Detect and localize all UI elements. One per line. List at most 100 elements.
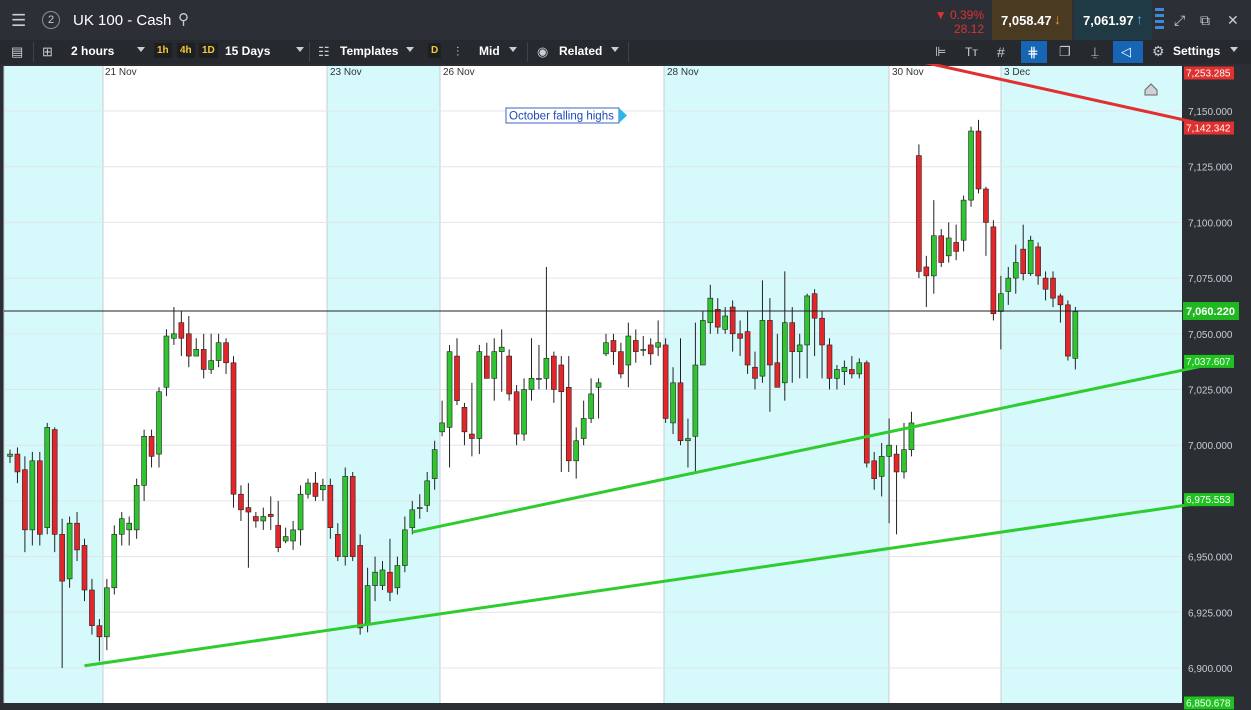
indicators-icon[interactable]: ⊫ bbox=[935, 45, 946, 58]
candle-body bbox=[1042, 277, 1049, 290]
text-tool-icon[interactable]: Tт bbox=[965, 46, 978, 58]
candle-body bbox=[998, 293, 1004, 312]
candle-body bbox=[29, 460, 36, 531]
candle-body bbox=[945, 237, 952, 257]
candle-body bbox=[379, 569, 386, 586]
settings-button[interactable]: Settings bbox=[1173, 44, 1220, 58]
buy-button[interactable]: 7,061.97 ↑ bbox=[1074, 0, 1152, 40]
candle-body bbox=[104, 587, 110, 638]
templates-button[interactable]: Templates bbox=[340, 44, 398, 58]
search-icon[interactable]: ⚲ bbox=[178, 12, 189, 27]
related-caret-icon[interactable] bbox=[611, 47, 619, 52]
candle-body bbox=[655, 342, 661, 348]
close-icon[interactable]: ✕ bbox=[1227, 13, 1239, 27]
x-tick-label: 3 Dec bbox=[1004, 67, 1030, 78]
candle-body bbox=[215, 342, 222, 361]
candle-body bbox=[595, 382, 602, 388]
candle-body bbox=[752, 366, 758, 379]
bullish-candle bbox=[133, 478, 140, 539]
candle-body bbox=[819, 317, 825, 346]
popout-icon[interactable]: ⧉ bbox=[1200, 13, 1210, 27]
price-mode-caret-icon[interactable] bbox=[509, 47, 517, 52]
candle-body bbox=[565, 386, 572, 462]
list-view-icon[interactable]: ▤ bbox=[11, 45, 23, 58]
candle-body bbox=[1005, 277, 1012, 292]
candle-body bbox=[506, 355, 512, 395]
candle-body bbox=[901, 449, 907, 473]
candle-body bbox=[796, 344, 803, 352]
change-percent-row: ▼ 0.39% bbox=[935, 8, 984, 22]
divider bbox=[309, 42, 310, 62]
candle-body bbox=[290, 529, 296, 542]
price-mode-select[interactable]: Mid bbox=[479, 44, 500, 58]
x-tick-label: 26 Nov bbox=[443, 67, 475, 78]
settings-gear-icon[interactable]: ⚙ bbox=[1152, 44, 1165, 58]
candle-body bbox=[469, 433, 475, 439]
timeframe-4h[interactable]: 4h bbox=[177, 43, 195, 58]
y-tick-label: 6,925.000 bbox=[1188, 608, 1233, 619]
depth-ladder-icon[interactable] bbox=[1155, 8, 1164, 32]
sell-button[interactable]: 7,058.47 ↓ bbox=[992, 0, 1072, 40]
drawing-tools-icon[interactable]: ⋕ bbox=[1027, 45, 1039, 59]
trendline-price-tag: 7,142.342 bbox=[1184, 121, 1234, 135]
workspace-badge[interactable]: 2 bbox=[42, 11, 60, 29]
candle-body bbox=[156, 391, 162, 455]
day-band bbox=[1001, 66, 1182, 703]
candle-body bbox=[685, 438, 691, 442]
price-tag-text: 7,037.607 bbox=[1186, 357, 1231, 368]
candle-body bbox=[126, 522, 132, 531]
layout-grid-icon[interactable]: ⊞ bbox=[42, 45, 53, 58]
related-button[interactable]: Related bbox=[559, 44, 602, 58]
buy-price: 7,061.97 bbox=[1083, 13, 1134, 28]
timeframe-1d[interactable]: 1D bbox=[199, 43, 218, 58]
candle-body bbox=[357, 545, 363, 629]
candle-body bbox=[692, 364, 699, 437]
timeframe-1h[interactable]: 1h bbox=[154, 43, 172, 58]
candle-body bbox=[513, 391, 520, 435]
bullish-candle bbox=[44, 422, 51, 535]
expand-icon[interactable]: ⤢ bbox=[1174, 13, 1185, 27]
range-select[interactable]: 15 Days bbox=[225, 44, 270, 58]
copy-chart-icon[interactable]: ❐ bbox=[1059, 45, 1071, 58]
hamburger-menu-icon[interactable]: ☰ bbox=[11, 12, 26, 29]
candle-body bbox=[774, 362, 781, 388]
price-chart[interactable]: October falling highs 7,150.000 7,125.000… bbox=[0, 64, 1251, 710]
candle-body bbox=[700, 320, 706, 366]
templates-icon[interactable]: ☷ bbox=[318, 45, 330, 58]
candle-body bbox=[968, 130, 974, 201]
daily-badge[interactable]: D bbox=[428, 43, 442, 58]
candle-body bbox=[647, 344, 654, 355]
alerts-icon[interactable]: ⍊ bbox=[1091, 45, 1099, 58]
annotation-text: October falling highs bbox=[509, 111, 614, 123]
candle-body bbox=[521, 389, 527, 435]
current-price-text: 7,060.220 bbox=[1186, 306, 1235, 318]
bearish-candle bbox=[863, 360, 870, 468]
trendline-price-tag: 6,975.553 bbox=[1184, 493, 1234, 507]
bearish-candle bbox=[990, 220, 997, 321]
instrument-title[interactable]: UK 100 - Cash bbox=[73, 12, 171, 29]
candle-body bbox=[267, 513, 274, 517]
candle-body bbox=[834, 369, 840, 379]
templates-caret-icon[interactable] bbox=[406, 47, 414, 52]
candle-body bbox=[439, 422, 445, 433]
settings-caret-icon[interactable] bbox=[1230, 47, 1238, 52]
related-eye-icon[interactable]: ◉ bbox=[537, 45, 548, 58]
candle-body bbox=[625, 335, 632, 366]
candle-body bbox=[186, 333, 192, 357]
candle-body bbox=[424, 480, 431, 506]
price-tag-icon[interactable]: ◁ bbox=[1121, 45, 1131, 58]
bullish-candle bbox=[476, 344, 483, 455]
bearish-candle bbox=[975, 119, 982, 194]
change-points: 28.12 bbox=[953, 22, 984, 36]
interval-caret-icon[interactable] bbox=[137, 47, 145, 52]
candlestick-type-icon[interactable]: ⫶ bbox=[456, 45, 459, 58]
range-caret-icon[interactable] bbox=[296, 47, 304, 52]
candle-body bbox=[171, 333, 177, 339]
bullish-candle bbox=[163, 329, 170, 397]
divider bbox=[527, 42, 528, 62]
candle-body bbox=[312, 482, 319, 497]
interval-select[interactable]: 2 hours bbox=[71, 44, 114, 58]
crosshair-grid-icon[interactable]: # bbox=[997, 45, 1005, 59]
candle-body bbox=[580, 418, 587, 439]
y-tick-label: 7,100.000 bbox=[1188, 218, 1233, 229]
